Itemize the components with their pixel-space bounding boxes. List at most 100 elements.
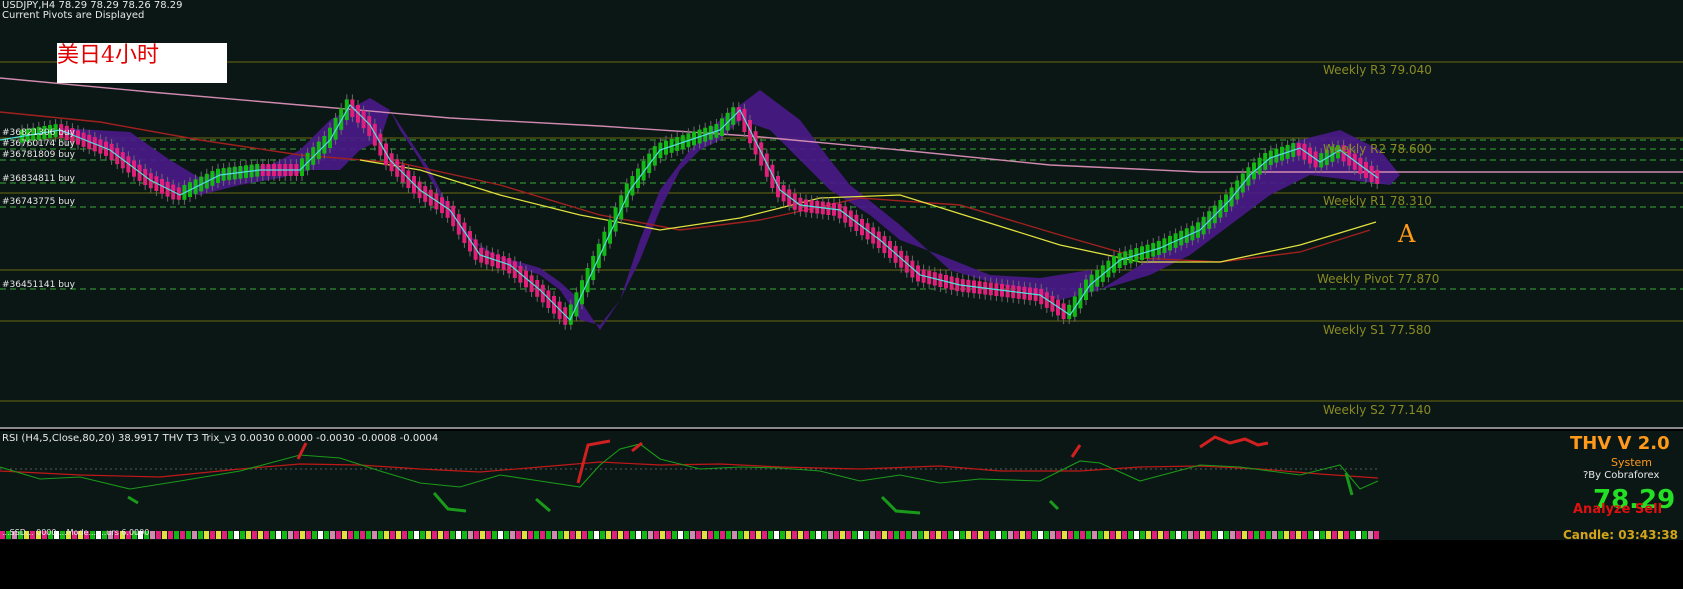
strip-block [444,531,449,539]
candle-timer: Candle: 03:43:38 [1563,529,1678,540]
strip-block [1248,531,1253,539]
strip-block [930,531,935,539]
strip-block [438,531,443,539]
strip-block [912,531,917,539]
strip-block [1344,531,1349,539]
pink-ma-line [0,77,1683,173]
order-ticket[interactable]: #36834811 buy [2,174,75,184]
strip-block [336,531,341,539]
strip-block [1008,531,1013,539]
strip-block [408,531,413,539]
strip-block [1056,531,1061,539]
strip-block [300,531,305,539]
strip-block [1338,531,1343,539]
strip-block [246,531,251,539]
strip-block [762,531,767,539]
order-ticket[interactable]: #36451141 buy [2,280,75,290]
strip-block [504,531,509,539]
strip-block [768,531,773,539]
bottom-color-strip: ...SSD... 0000 ...Mode... ...urs 6.0000 … [0,529,1683,540]
pivot-label-r1: Weekly R1 78.310 [1323,194,1432,208]
rsi-red-line [0,461,1379,479]
order-ticket[interactable]: #36781809 buy [2,150,75,160]
strip-block [612,531,617,539]
strip-block [414,531,419,539]
strip-block [1254,531,1259,539]
strip-block [666,531,671,539]
strip-block [1290,531,1295,539]
strip-block [822,531,827,539]
strip-block [318,531,323,539]
strip-block [420,531,425,539]
strip-block [1116,531,1121,539]
order-ticket[interactable]: #36760174 buy [2,139,75,149]
strip-block [1164,531,1169,539]
trix-green-seg [1048,499,1060,511]
strip-block [810,531,815,539]
strip-block [918,531,923,539]
strip-block [714,531,719,539]
strip-block [240,531,245,539]
strip-block [282,531,287,539]
strip-block [546,531,551,539]
strip-block [1182,531,1187,539]
strip-block [1260,531,1265,539]
strip-block [156,531,161,539]
thv-analyze-signal: Analyze Sell [1573,502,1663,517]
trix-green-seg [432,492,467,513]
strip-block [1356,531,1361,539]
thv-title: THV V 2.0 [1570,433,1670,454]
strip-block [1134,531,1139,539]
pivot-label-pivot: Weekly Pivot 77.870 [1317,272,1440,286]
strip-block [288,531,293,539]
candles [20,94,1380,330]
trix-red-seg [296,442,308,460]
strip-block [1212,531,1217,539]
strip-block [462,531,467,539]
strip-block [1218,531,1223,539]
strip-block [210,531,215,539]
strip-block [528,531,533,539]
strip-block [294,531,299,539]
strip-block [756,531,761,539]
strip-block [450,531,455,539]
strip-block [1224,531,1229,539]
strip-block [852,531,857,539]
thv-system: System [1611,456,1653,469]
trix-green-seg [535,497,551,513]
strip-block [1128,531,1133,539]
pivot-label-r3: Weekly R3 79.040 [1323,63,1432,77]
strip-block [954,531,959,539]
strip-block [1176,531,1181,539]
strip-block [618,531,623,539]
order-ticket[interactable]: #36743775 buy [2,197,75,207]
strip-block [774,531,779,539]
strip-block [216,531,221,539]
strip-block [870,531,875,539]
strip-block [834,531,839,539]
strip-block [648,531,653,539]
strip-block [384,531,389,539]
indicator-pane[interactable]: RSI (H4,5,Close,80,20) 38.9917 THV T3 Tr… [0,431,1683,529]
strip-block [726,531,731,539]
strip-block [996,531,1001,539]
strip-block [204,531,209,539]
strip-block [1368,531,1373,539]
strip-block [780,531,785,539]
strip-block [174,531,179,539]
strip-block [972,531,977,539]
trix-green-seg [880,495,921,515]
price-chart-pane[interactable]: USDJPY,H4 78.29 78.29 78.26 78.29 Curren… [0,0,1683,427]
strip-block [678,531,683,539]
strip-block [624,531,629,539]
pane-divider[interactable] [0,427,1683,429]
strip-block [894,531,899,539]
pivot-label-s2: Weekly S2 77.140 [1323,403,1432,417]
strip-block [948,531,953,539]
strip-block [186,531,191,539]
strip-block [426,531,431,539]
order-ticket[interactable]: #36821306 buy [2,128,75,138]
strip-block [372,531,377,539]
strip-block [390,531,395,539]
strip-block [960,531,965,539]
